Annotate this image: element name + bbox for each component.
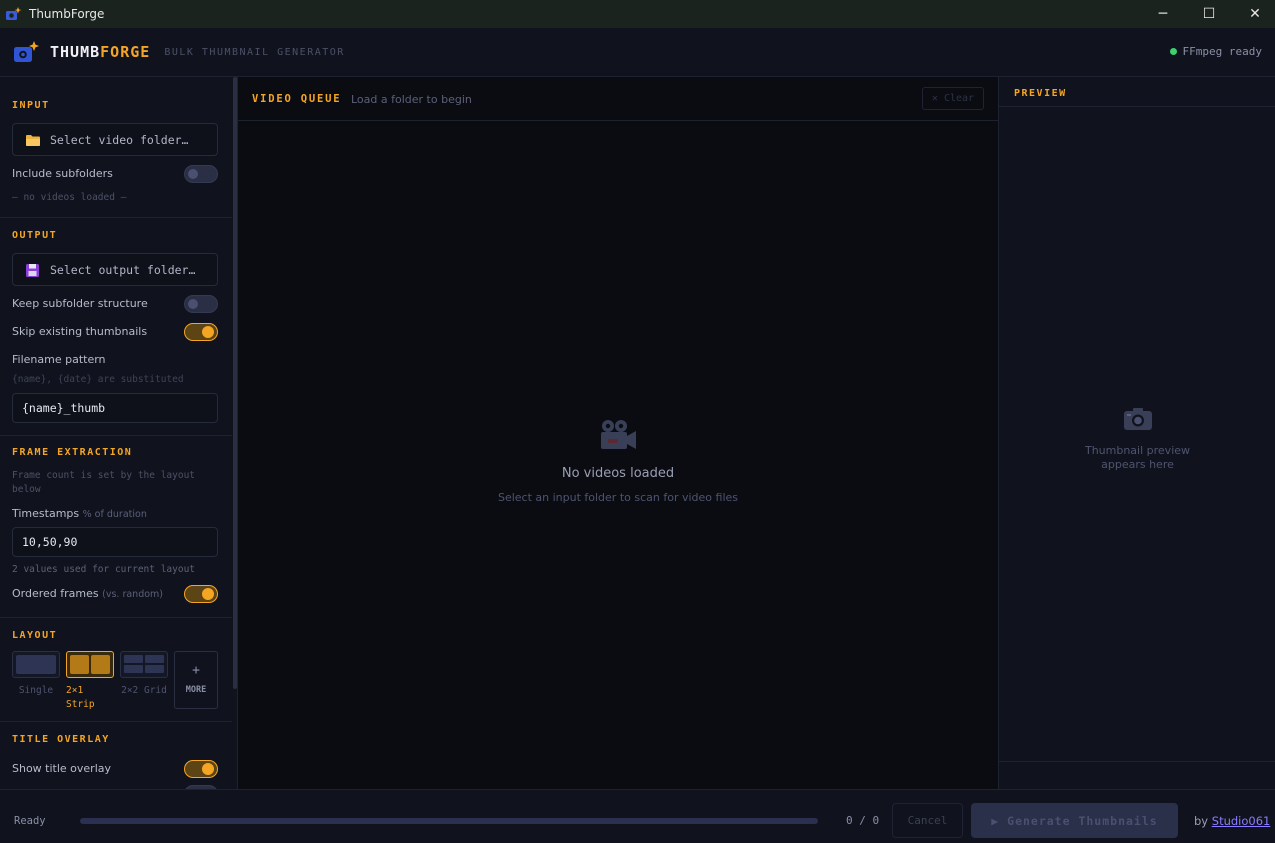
generate-thumbnails-button[interactable]: ▶ Generate Thumbnails (971, 803, 1178, 838)
include-subfolders-label: Include subfolders (12, 167, 113, 180)
preview-panel: PREVIEW Thumbnail preview appears here (998, 77, 1275, 789)
layout-option-single[interactable] (12, 651, 60, 678)
filename-pattern-hint: {name}, {date} are substituted (12, 374, 184, 385)
layout-strip-cell (91, 655, 110, 674)
layout-section-title: LAYOUT (12, 630, 58, 641)
status-bar: Ready 0 / 0 Cancel ▶ Generate Thumbnails… (0, 789, 1275, 843)
minimize-icon: ─ (1158, 6, 1168, 22)
layout-grid-cell (145, 655, 164, 663)
include-subfolders-toggle[interactable] (184, 165, 218, 183)
ordered-frames-toggle[interactable] (184, 585, 218, 603)
layout-strip-cell (70, 655, 89, 674)
ffmpeg-status: FFmpeg ready (1169, 45, 1262, 58)
layout-option-2x1-strip-label: 2×1 Strip (66, 685, 95, 710)
floppy-disk-icon (26, 263, 40, 277)
timestamps-label-text: Timestamps (12, 507, 80, 520)
keep-structure-toggle[interactable] (184, 295, 218, 313)
timestamps-input[interactable]: 10,50,90 (12, 527, 218, 557)
folder-icon (26, 134, 40, 146)
timestamps-unit: % of duration (82, 509, 147, 520)
select-video-folder-button[interactable]: Select video folder… (12, 123, 218, 156)
logo-icon (14, 41, 40, 63)
frame-count-hint: Frame count is set by the layout below (12, 470, 196, 495)
frame-extraction-title: FRAME EXTRACTION (12, 447, 133, 458)
movie-camera-icon (599, 419, 637, 451)
status-dot-icon (1169, 48, 1177, 55)
empty-queue-title: No videos loaded (561, 466, 675, 481)
layout-grid-cell (124, 655, 143, 663)
video-queue-title: VIDEO QUEUE (252, 93, 342, 105)
plus-icon: + (192, 663, 200, 678)
progress-counter: 0 / 0 (846, 814, 880, 827)
status-text: Ready (14, 815, 46, 827)
show-title-overlay-label: Show title overlay (12, 762, 112, 775)
input-section: INPUT Select video folder… Include subfo… (0, 77, 232, 218)
preview-title: PREVIEW (1014, 88, 1067, 99)
videos-loaded-status: — no videos loaded — (12, 192, 127, 203)
video-queue-panel: VIDEO QUEUE Load a folder to begin ✕ Cle… (238, 77, 998, 789)
credit-prefix: by (1194, 814, 1209, 828)
output-section-title: OUTPUT (12, 230, 58, 241)
keep-structure-label: Keep subfolder structure (12, 297, 148, 310)
window-titlebar: ThumbForge ─ ☐ ✕ (0, 0, 1275, 28)
camera-icon (1124, 407, 1152, 431)
settings-sidebar: INPUT Select video folder… Include subfo… (0, 77, 232, 789)
brand-part2: FORGE (100, 43, 151, 61)
preview-divider (999, 761, 1275, 762)
skip-existing-label: Skip existing thumbnails (12, 325, 148, 338)
layout-option-2x1-strip[interactable] (66, 651, 114, 678)
app-icon (6, 7, 22, 21)
maximize-icon: ☐ (1202, 6, 1216, 22)
frame-extraction-section: FRAME EXTRACTION Frame count is set by t… (0, 436, 232, 618)
layout-option-2x2-grid-label: 2×2 Grid (121, 685, 167, 696)
title-overlay-section: TITLE OVERLAY Show title overlay (0, 722, 232, 789)
layout-single-preview (16, 655, 56, 674)
timestamps-label: Timestamps % of duration (12, 507, 147, 520)
ordered-frames-label: Ordered frames (vs. random) (12, 587, 163, 600)
select-output-folder-button[interactable]: Select output folder… (12, 253, 218, 286)
layout-grid-cell (145, 665, 164, 673)
output-section: OUTPUT Select output folder… Keep subfol… (0, 218, 232, 436)
video-queue-header: VIDEO QUEUE Load a folder to begin ✕ Cle… (238, 77, 998, 121)
select-output-folder-label: Select output folder… (50, 262, 196, 277)
close-icon: ✕ (1249, 6, 1261, 22)
input-section-title: INPUT (12, 100, 50, 111)
more-layouts-button[interactable]: + MORE (174, 651, 218, 709)
title-overlay-title: TITLE OVERLAY (12, 734, 110, 745)
skip-existing-toggle[interactable] (184, 323, 218, 341)
credit: by Studio061 (1194, 814, 1270, 828)
cancel-button[interactable]: Cancel (892, 803, 963, 838)
layout-grid-cell (124, 665, 143, 673)
ordered-frames-note: (vs. random) (102, 589, 163, 600)
sidebar-scrollbar-thumb[interactable] (233, 77, 237, 689)
ordered-frames-label-text: Ordered frames (12, 587, 99, 600)
studio-link[interactable]: Studio061 (1212, 814, 1271, 828)
ffmpeg-status-text: FFmpeg ready (1182, 45, 1262, 58)
preview-placeholder-line2: appears here (1101, 458, 1174, 471)
filename-pattern-label: Filename pattern (12, 353, 106, 366)
video-queue-subtitle: Load a folder to begin (351, 93, 472, 106)
preview-placeholder-line1: Thumbnail preview (1084, 444, 1191, 457)
minimize-button[interactable]: ─ (1140, 0, 1186, 28)
brand-name: THUMBFORGE (50, 43, 150, 61)
more-layouts-label: MORE (185, 685, 207, 695)
empty-queue-subtitle: Select an input folder to scan for video… (497, 491, 739, 504)
preview-placeholder: Thumbnail preview appears here (999, 444, 1275, 472)
brand-part1: THUMB (50, 43, 101, 61)
preview-header: PREVIEW (999, 77, 1275, 107)
progress-bar (80, 818, 818, 824)
app-header: THUMBFORGE BULK THUMBNAIL GENERATOR FFmp… (0, 28, 1275, 77)
maximize-button[interactable]: ☐ (1186, 0, 1232, 28)
clear-queue-button[interactable]: ✕ Clear (922, 87, 984, 110)
layout-option-2x2-grid[interactable] (120, 651, 168, 678)
tagline: BULK THUMBNAIL GENERATOR (164, 46, 345, 58)
filename-pattern-input[interactable]: {name}_thumb (12, 393, 218, 423)
close-button[interactable]: ✕ (1232, 0, 1275, 28)
select-video-folder-label: Select video folder… (50, 132, 189, 147)
window-title: ThumbForge (29, 7, 105, 21)
timestamps-values-hint: 2 values used for current layout (12, 564, 196, 575)
show-title-overlay-toggle[interactable] (184, 760, 218, 778)
